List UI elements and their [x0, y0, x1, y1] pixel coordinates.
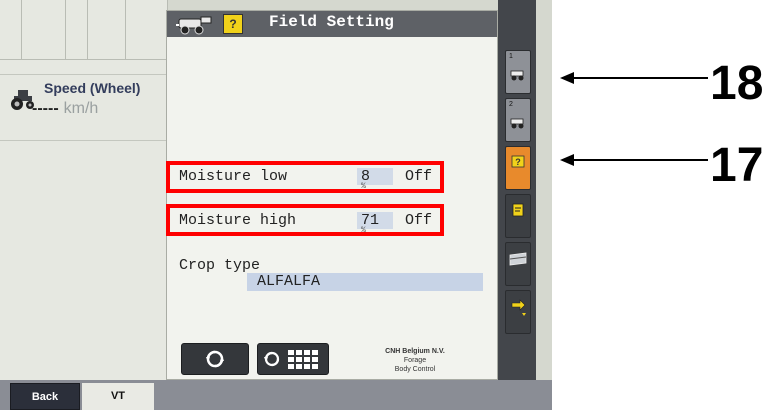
refresh-icon: [206, 350, 224, 368]
softkey-1[interactable]: 1: [505, 50, 531, 94]
company-footer: CNH Belgium N.V. Forage Body Control: [345, 347, 485, 374]
vt-tab[interactable]: VT: [82, 383, 154, 410]
grid-cell: [88, 0, 126, 60]
refresh-grid-icon: [264, 350, 318, 369]
callout-number-18: 18: [710, 57, 764, 110]
grid-cell: [0, 0, 22, 60]
svg-text:?: ?: [515, 157, 521, 167]
divider: [0, 140, 168, 141]
highlight-box-moisture-low: [166, 161, 444, 193]
speed-label: Speed (Wheel): [44, 80, 141, 96]
field-setting-panel: ? Field Setting Moisture low 8 % Off Moi…: [166, 10, 498, 380]
document-icon: [512, 203, 524, 217]
grid-cell: [22, 0, 66, 60]
softkey-6[interactable]: [505, 290, 531, 334]
callout-number-17: 17: [710, 139, 764, 192]
refresh-button[interactable]: [181, 343, 249, 375]
callout-arrow-18: [560, 72, 708, 84]
arrow-icon: [511, 299, 526, 316]
machine-icon: [510, 70, 524, 81]
callout-arrow-17: [560, 154, 708, 166]
grid-cell: [66, 0, 88, 60]
speed-readout: ----- km/h: [32, 100, 98, 118]
title-bar: ? Field Setting: [167, 11, 497, 37]
machine-icon: [510, 118, 524, 129]
back-button[interactable]: Back: [10, 383, 80, 410]
field-icon: [509, 252, 527, 266]
crop-type-label: Crop type: [179, 257, 261, 274]
help-icon: ?: [511, 155, 525, 168]
left-pane: Speed (Wheel) ----- km/h: [0, 0, 168, 380]
terminal-screen: Speed (Wheel) ----- km/h ? Field Setting …: [0, 0, 552, 410]
softkey-5[interactable]: [505, 242, 531, 286]
forage-harvester-icon: [175, 15, 217, 40]
divider: [0, 74, 168, 75]
speed-unit: km/h: [63, 100, 99, 117]
help-icon: ?: [223, 14, 243, 34]
softkey-4[interactable]: [505, 194, 531, 238]
footer-line-forage: Forage: [403, 357, 427, 364]
speed-value: -----: [32, 100, 59, 117]
refresh-grid-button[interactable]: [257, 343, 329, 375]
company-name: CNH Belgium N.V.: [385, 348, 445, 355]
footer-line-body-control: Body Control: [394, 366, 436, 373]
softkey-3-help[interactable]: ?: [505, 146, 531, 190]
softkey-2[interactable]: 2: [505, 98, 531, 142]
grid-cell: [126, 0, 168, 60]
highlight-box-moisture-high: [166, 204, 444, 236]
page-title: Field Setting: [269, 13, 394, 31]
crop-type-field[interactable]: ALFALFA: [247, 273, 483, 291]
